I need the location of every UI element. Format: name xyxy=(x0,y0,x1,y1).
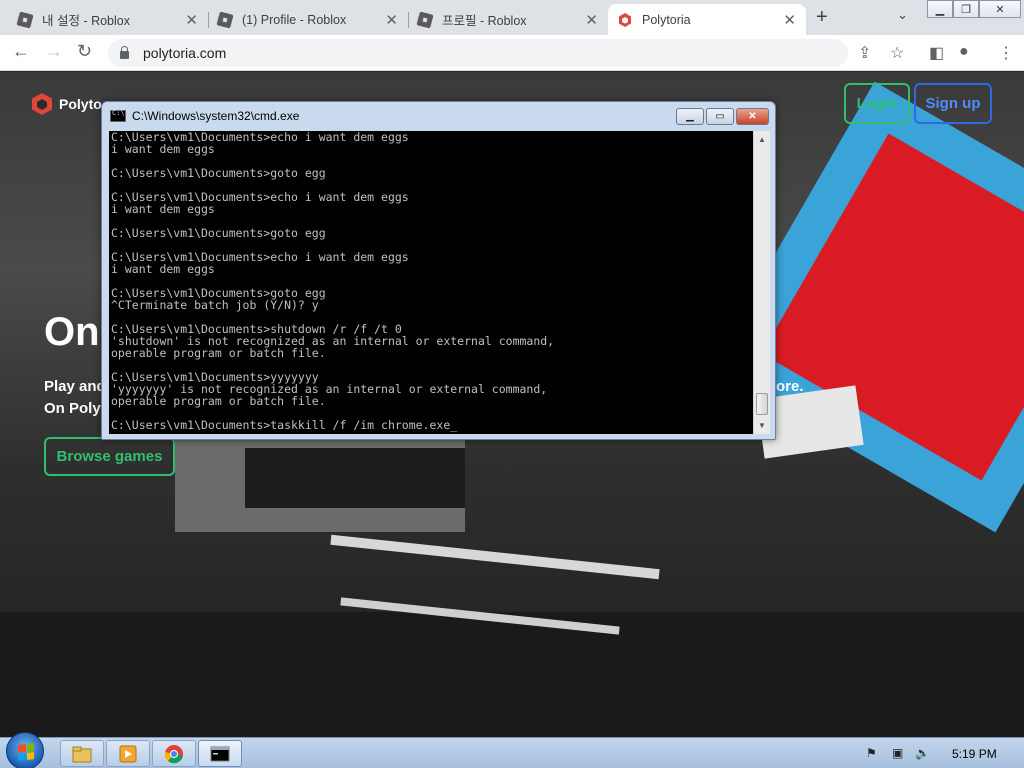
cmd-titlebar[interactable]: C:\Windows\system32\cmd.exe ▁ ▭ ✕ xyxy=(102,102,775,130)
maximize-icon[interactable]: ▭ xyxy=(706,108,734,125)
tab-title: (1) Profile - Roblox xyxy=(242,12,347,27)
close-icon[interactable]: ✕ xyxy=(385,11,398,29)
close-icon[interactable]: ✕ xyxy=(783,11,796,29)
url-text: polytoria.com xyxy=(143,45,227,61)
browse-games-button[interactable]: Browse games xyxy=(44,437,175,476)
roblox-icon xyxy=(216,10,234,29)
tab-roblox-profile-ko[interactable]: 프로필 - Roblox ✕ xyxy=(408,4,608,35)
lock-icon[interactable] xyxy=(120,46,129,59)
explorer-icon xyxy=(72,746,92,762)
volume-icon[interactable]: 🔈 xyxy=(915,746,930,760)
cmd-scrollbar[interactable]: ▲ ▼ xyxy=(753,131,770,434)
scene-balcony-interior xyxy=(245,448,465,508)
hero-subtitle-line2: On Polyt xyxy=(44,400,106,417)
cmd-icon xyxy=(110,109,126,122)
forward-arrow-icon[interactable]: → xyxy=(45,41,63,62)
hero-subtitle: Play and xyxy=(44,378,106,395)
signup-button[interactable]: Sign up xyxy=(914,83,992,124)
minimize-icon[interactable]: ▁ xyxy=(676,108,704,125)
window-controls: ▁ ❐ ✕ xyxy=(927,0,1021,18)
roblox-icon xyxy=(416,10,434,29)
bookmark-star-icon[interactable]: ☆ xyxy=(890,43,904,63)
close-icon[interactable]: ✕ xyxy=(185,11,198,29)
media-player-icon xyxy=(119,745,137,762)
hero-title: On xyxy=(44,310,100,354)
share-icon[interactable]: ⇪ xyxy=(858,43,871,63)
taskbar-chrome[interactable] xyxy=(152,740,196,767)
cmd-output: C:\Users\vm1\Documents>echo i want dem e… xyxy=(111,131,555,432)
cmd-title: C:\Windows\system32\cmd.exe xyxy=(132,109,300,123)
scene-floor xyxy=(0,612,1024,737)
roblox-icon xyxy=(16,10,34,29)
minimize-icon[interactable]: ▁ xyxy=(927,0,953,18)
login-button[interactable]: Login xyxy=(844,83,910,124)
network-icon[interactable]: ▣ xyxy=(892,746,903,760)
hero-subtitle-end: ore. xyxy=(776,378,804,395)
reload-icon[interactable]: ↻ xyxy=(77,41,92,62)
action-center-icon[interactable]: ⚑ xyxy=(866,746,877,760)
chrome-icon xyxy=(164,744,183,763)
tab-title: 프로필 - Roblox xyxy=(442,14,527,28)
cmd-icon xyxy=(210,746,230,761)
taskbar-media-player[interactable] xyxy=(106,740,150,767)
scroll-down-icon[interactable]: ▼ xyxy=(754,417,770,434)
close-window-icon[interactable]: ✕ xyxy=(979,0,1021,18)
tab-roblox-settings[interactable]: 내 설정 - Roblox ✕ xyxy=(8,4,208,35)
close-icon[interactable]: ✕ xyxy=(585,11,598,29)
tab-title: 내 설정 - Roblox xyxy=(42,14,130,28)
tab-polytoria[interactable]: Polytoria ✕ xyxy=(608,4,806,35)
tab-search-icon[interactable]: ⌄ xyxy=(897,7,908,23)
windows-flag-icon xyxy=(18,743,34,761)
scroll-up-icon[interactable]: ▲ xyxy=(754,131,770,148)
address-bar[interactable]: polytoria.com xyxy=(108,39,848,67)
browser-tab-strip: 내 설정 - Roblox ✕ (1) Profile - Roblox ✕ 프… xyxy=(0,0,1024,35)
polytoria-icon xyxy=(619,12,631,27)
close-icon[interactable]: ✕ xyxy=(736,108,769,125)
browser-toolbar: ← → ↻ polytoria.com ⇪ ☆ ◧ ● ⋮ xyxy=(0,35,1024,71)
tab-roblox-profile[interactable]: (1) Profile - Roblox ✕ xyxy=(208,4,408,35)
back-arrow-icon[interactable]: ← xyxy=(12,41,30,62)
scene-railing xyxy=(330,534,660,580)
cmd-window[interactable]: C:\Windows\system32\cmd.exe ▁ ▭ ✕ C:\Use… xyxy=(101,101,776,440)
clock[interactable]: 5:19 PM xyxy=(952,747,997,761)
menu-kebab-icon[interactable]: ⋮ xyxy=(998,43,1014,63)
taskbar: ⚑ ▣ 🔈 5:19 PM xyxy=(0,732,1024,768)
scroll-thumb[interactable] xyxy=(756,393,768,415)
tab-title: Polytoria xyxy=(642,12,691,27)
cmd-console[interactable]: C:\Users\vm1\Documents>echo i want dem e… xyxy=(109,131,753,434)
profile-avatar-icon[interactable]: ● xyxy=(959,43,969,61)
polytoria-logo[interactable]: Polyto xyxy=(31,93,102,115)
polytoria-logo-icon xyxy=(32,93,52,115)
start-button[interactable] xyxy=(6,732,44,768)
side-panel-icon[interactable]: ◧ xyxy=(929,43,944,63)
new-tab-button[interactable]: + xyxy=(816,6,828,29)
cmd-window-controls: ▁ ▭ ✕ xyxy=(676,108,769,125)
taskbar-cmd[interactable] xyxy=(198,740,242,767)
taskbar-explorer[interactable] xyxy=(60,740,104,767)
logo-text: Polyto xyxy=(59,96,102,112)
restore-icon[interactable]: ❐ xyxy=(953,0,979,18)
